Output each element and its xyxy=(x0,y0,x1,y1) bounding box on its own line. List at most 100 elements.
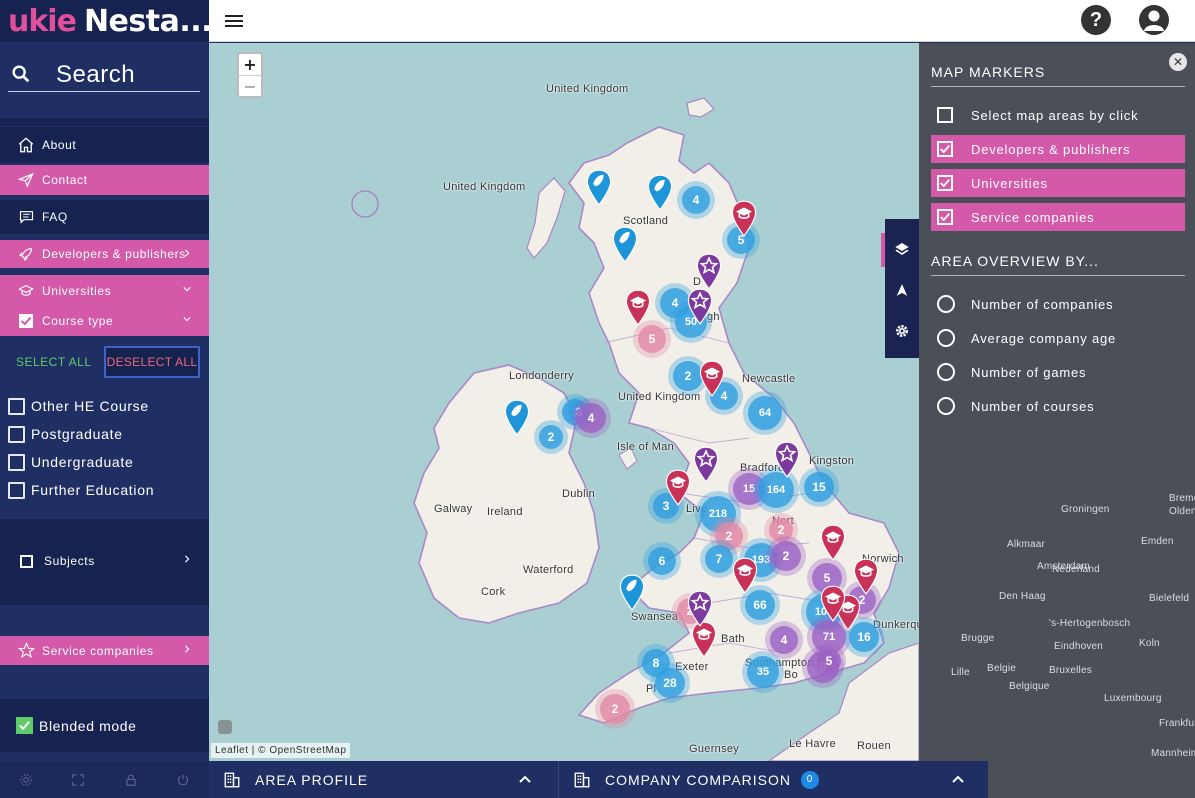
gear-icon[interactable] xyxy=(19,773,33,787)
map-cluster[interactable]: 28 xyxy=(650,663,690,703)
nav-subjects[interactable]: Subjects xyxy=(0,546,209,576)
university-pin-cap-icon[interactable] xyxy=(732,557,758,594)
settings-tool[interactable] xyxy=(885,311,919,351)
map-cluster[interactable]: 4 xyxy=(677,181,715,219)
deselect-all-button[interactable]: DESELECT ALL xyxy=(104,346,200,378)
fullscreen-icon[interactable] xyxy=(71,773,85,787)
course-option-undergraduate[interactable]: Undergraduate xyxy=(8,451,134,473)
marker-checkbox[interactable] xyxy=(937,209,953,225)
nav-about[interactable]: About xyxy=(0,127,209,163)
map-layer-toggle[interactable] xyxy=(218,720,232,734)
map-place-label: Nederland xyxy=(1052,564,1100,575)
layers-tool[interactable] xyxy=(885,229,919,269)
overview-option-company-age[interactable]: Average company age xyxy=(931,324,1185,352)
subjects-checkbox[interactable] xyxy=(20,554,33,568)
nav-contact[interactable]: Contact xyxy=(0,165,209,195)
overview-radio[interactable] xyxy=(937,397,955,415)
university-pin-cap-icon[interactable] xyxy=(625,289,651,326)
course-option-postgraduate[interactable]: Postgraduate xyxy=(8,423,123,445)
menu-icon[interactable] xyxy=(225,12,243,28)
map-cluster[interactable]: 2 xyxy=(534,420,568,454)
search-input[interactable] xyxy=(56,60,196,90)
service-pin-star-icon[interactable] xyxy=(696,253,722,290)
course-checkbox[interactable] xyxy=(8,453,25,471)
overview-label: Average company age xyxy=(971,330,1117,346)
blended-mode-toggle[interactable]: Blended mode xyxy=(0,699,209,752)
overview-radio[interactable] xyxy=(937,329,955,347)
nav-service-companies[interactable]: Service companies xyxy=(0,636,209,665)
navigate-tool[interactable] xyxy=(885,270,919,310)
map-place-label: Waterford xyxy=(523,564,574,576)
map-attribution[interactable]: Leaflet | © OpenStreetMap xyxy=(211,743,351,758)
marker-option-service-companies[interactable]: Service companies xyxy=(931,203,1185,231)
service-pin-star-icon[interactable] xyxy=(693,446,719,483)
overview-option-companies[interactable]: Number of companies xyxy=(931,290,1185,318)
marker-option-universities[interactable]: Universities xyxy=(931,169,1185,197)
zoom-out-button[interactable]: − xyxy=(239,75,261,96)
map-cluster[interactable]: 2 xyxy=(766,536,806,576)
map-cluster[interactable]: 5 xyxy=(812,644,846,678)
university-pin-cap-icon[interactable] xyxy=(820,524,846,561)
service-pin-star-icon[interactable] xyxy=(774,441,800,478)
cluster-count: 4 xyxy=(770,626,798,654)
course-option-further-education[interactable]: Further Education xyxy=(8,479,154,501)
marker-checkbox[interactable] xyxy=(937,107,953,123)
developer-pin-rocket-icon[interactable] xyxy=(612,226,638,263)
user-account-icon[interactable] xyxy=(1139,5,1169,35)
map-cluster[interactable]: 35 xyxy=(742,651,784,693)
chevron-up-icon[interactable] xyxy=(519,774,531,784)
map-place-label: Brugge xyxy=(961,633,995,644)
close-icon[interactable]: ✕ xyxy=(1169,53,1187,71)
course-option-other-he[interactable]: Other HE Course xyxy=(8,395,149,417)
nav-developers[interactable]: Developers & publishers xyxy=(0,240,209,268)
brand-logo[interactable]: ukie Nesta... xyxy=(0,0,209,42)
map-place-label: Isle of Man xyxy=(617,441,675,453)
overview-radio[interactable] xyxy=(937,295,955,313)
lock-icon[interactable] xyxy=(124,773,138,787)
developer-pin-rocket-icon[interactable] xyxy=(504,399,530,436)
university-pin-cap-icon[interactable] xyxy=(731,200,757,237)
map-cluster[interactable]: 2 xyxy=(595,689,635,729)
marker-checkbox[interactable] xyxy=(937,141,953,157)
marker-option-developers[interactable]: Developers & publishers xyxy=(931,135,1185,163)
service-pin-star-icon[interactable] xyxy=(687,590,713,627)
overview-radio[interactable] xyxy=(937,363,955,381)
nav-course-type[interactable]: Course type xyxy=(0,306,209,336)
map-cluster[interactable]: 15 xyxy=(799,467,839,507)
map-cluster[interactable]: 4 xyxy=(571,398,611,438)
nav-universities[interactable]: Universities xyxy=(0,276,209,306)
course-type-checkbox[interactable] xyxy=(16,311,36,331)
marker-option-select-areas[interactable]: Select map areas by click xyxy=(931,101,1185,129)
help-icon[interactable]: ? xyxy=(1081,5,1111,35)
course-checkbox[interactable] xyxy=(8,397,25,415)
university-pin-cap-icon[interactable] xyxy=(665,469,691,506)
service-pin-star-icon[interactable] xyxy=(687,288,713,325)
overview-option-games[interactable]: Number of games xyxy=(931,358,1185,386)
map-cluster[interactable]: 64 xyxy=(743,391,787,435)
overview-label: Number of companies xyxy=(971,296,1114,312)
developer-pin-rocket-icon[interactable] xyxy=(586,169,612,206)
course-checkbox[interactable] xyxy=(8,481,25,499)
area-profile-tab[interactable]: AREA PROFILE xyxy=(223,761,543,798)
chevron-up-icon[interactable] xyxy=(952,774,964,784)
university-pin-cap-icon[interactable] xyxy=(853,558,879,595)
course-checkbox[interactable] xyxy=(8,425,25,443)
building-icon xyxy=(224,772,240,787)
blended-mode-checkbox[interactable] xyxy=(16,717,33,734)
map-place-label: Belgie xyxy=(987,663,1016,674)
zoom-in-button[interactable]: + xyxy=(239,54,261,75)
home-icon xyxy=(16,135,36,155)
nav-faq[interactable]: FAQ xyxy=(0,200,209,234)
send-icon xyxy=(16,170,36,190)
university-pin-cap-icon[interactable] xyxy=(699,360,725,397)
map-cluster[interactable]: 6 xyxy=(643,542,681,580)
overview-option-courses[interactable]: Number of courses xyxy=(931,392,1185,420)
developer-pin-rocket-icon[interactable] xyxy=(647,174,673,211)
company-comparison-tab[interactable]: COMPANY COMPARISON 0 xyxy=(573,761,933,798)
university-pin-cap-icon[interactable] xyxy=(820,585,846,622)
map-canvas[interactable]: United Kingdom United Kingdom United Kingd… xyxy=(209,43,919,761)
marker-checkbox[interactable] xyxy=(937,175,953,191)
select-all-button[interactable]: SELECT ALL xyxy=(10,348,98,376)
developer-pin-rocket-icon[interactable] xyxy=(619,574,645,611)
power-icon[interactable] xyxy=(176,773,190,787)
